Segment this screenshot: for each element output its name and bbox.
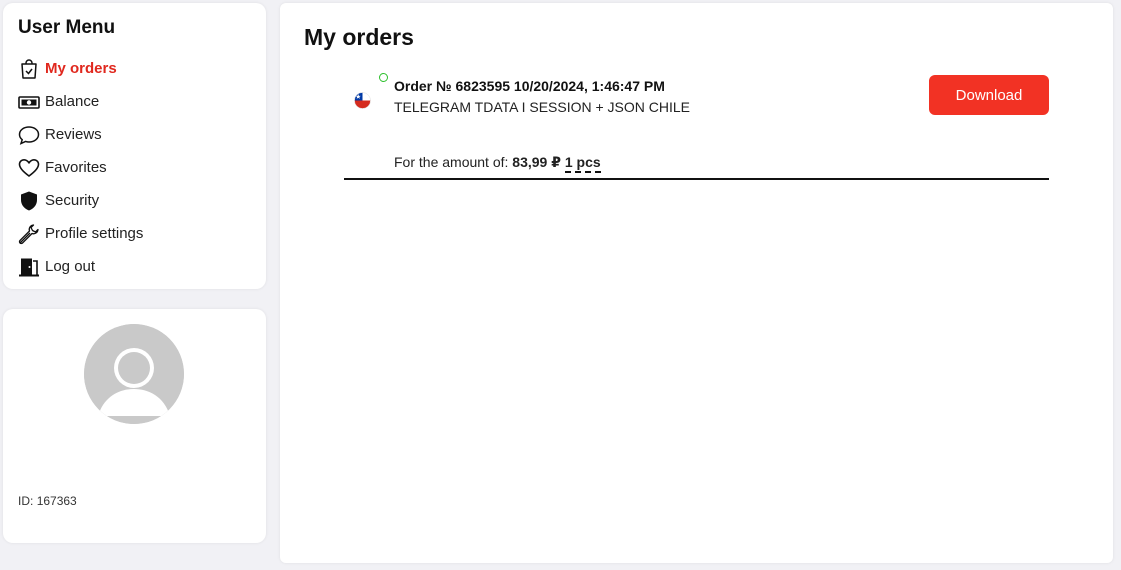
user-id-value: 167363 — [36, 494, 77, 508]
menu-item-favorites[interactable]: Favorites — [17, 151, 143, 184]
menu-item-label: My orders — [45, 60, 117, 77]
profile-card: ID: 167363 — [3, 309, 266, 543]
menu-item-profile-settings[interactable]: Profile settings — [17, 217, 143, 250]
status-circle-icon — [379, 73, 388, 82]
shield-icon — [17, 189, 41, 213]
wrench-icon — [17, 222, 41, 246]
user-id: ID: 167363 — [18, 494, 77, 508]
door-exit-icon — [17, 255, 41, 279]
amount-value: 83,99 ₽ — [512, 154, 561, 170]
user-menu-list: My orders Balance Reviews Favorites Secu… — [17, 52, 143, 283]
user-menu-card: User Menu My orders Balance Reviews Favo… — [3, 3, 266, 289]
orders-panel: My orders Order № 6823595 10/20/2024, 1:… — [280, 3, 1113, 563]
order-amount-row: For the amount of: 83,99 ₽ 1 pcs — [394, 154, 601, 173]
user-avatar-placeholder-icon — [84, 324, 184, 424]
download-button[interactable]: Download — [929, 75, 1049, 115]
menu-item-label: Profile settings — [45, 225, 144, 242]
page-title: My orders — [304, 24, 414, 50]
menu-title: User Menu — [18, 17, 116, 38]
menu-item-balance[interactable]: Balance — [17, 85, 143, 118]
menu-item-label: Security — [45, 192, 100, 209]
amount-label: For the amount of: — [394, 154, 509, 170]
speech-bubble-icon — [17, 123, 41, 147]
order-title: Order № 6823595 10/20/2024, 1:46:47 PM — [394, 78, 665, 94]
menu-item-label: Reviews — [45, 126, 102, 143]
order-product-name: TELEGRAM TDATA I SESSION + JSON CHILE — [394, 99, 691, 115]
order-item: Order № 6823595 10/20/2024, 1:46:47 PM T… — [344, 73, 1049, 180]
shopping-bag-icon — [17, 57, 41, 81]
avatar[interactable] — [84, 324, 184, 424]
menu-item-label: Balance — [45, 93, 100, 110]
chile-flag-icon — [354, 92, 371, 109]
menu-item-label: Favorites — [45, 159, 107, 176]
menu-item-reviews[interactable]: Reviews — [17, 118, 143, 151]
menu-item-label: Log out — [45, 258, 96, 275]
heart-icon — [17, 156, 41, 180]
menu-item-log-out[interactable]: Log out — [17, 250, 143, 283]
banknote-icon — [17, 90, 41, 114]
menu-item-security[interactable]: Security — [17, 184, 143, 217]
menu-item-my-orders[interactable]: My orders — [17, 52, 143, 85]
quantity-value[interactable]: 1 pcs — [564, 154, 601, 173]
user-id-label: ID: — [18, 494, 34, 508]
